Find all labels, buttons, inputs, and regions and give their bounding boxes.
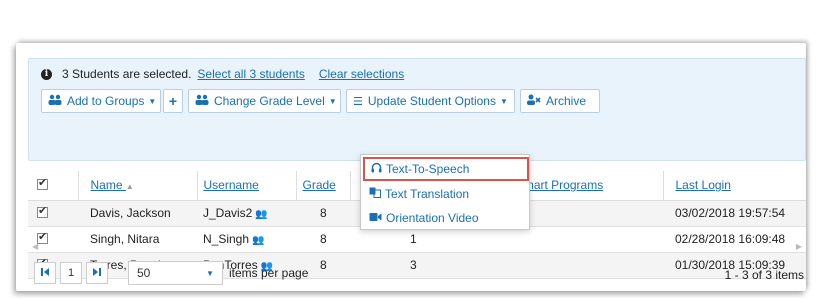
- change-grade-level-button[interactable]: Change Grade Level ▼: [188, 89, 341, 113]
- menu-item-label: Text Translation: [385, 187, 470, 201]
- selection-toolbar: i 3 Students are selected. Select all 3 …: [28, 58, 806, 161]
- headphones-icon: [371, 162, 382, 176]
- menu-item-label: Text-To-Speech: [386, 162, 470, 176]
- first-page-button[interactable]: [34, 262, 56, 284]
- add-button[interactable]: +: [163, 89, 183, 113]
- menu-item-label: Orientation Video: [386, 211, 479, 225]
- menu-item-text-translation[interactable]: Text Translation: [363, 182, 529, 206]
- page-number: 1: [67, 267, 75, 279]
- sliders-icon: ☰: [353, 95, 363, 108]
- selection-message: 3 Students are selected.: [62, 67, 192, 81]
- update-student-options-label: Update Student Options: [367, 94, 496, 108]
- info-icon: i: [41, 68, 52, 80]
- add-label: +: [168, 93, 178, 109]
- student-name: Davis, Jackson: [78, 200, 197, 227]
- student-last-login: 03/02/2018 19:57:54: [663, 200, 806, 227]
- horizontal-scrollbar[interactable]: ◀ ▶: [28, 242, 806, 254]
- selection-line: i 3 Students are selected. Select all 3 …: [41, 67, 404, 81]
- chevron-down-icon: ▼: [206, 268, 214, 278]
- items-per-page-label: items per page: [229, 266, 309, 280]
- chevron-down-icon: ▼: [499, 96, 508, 106]
- last-page-icon: [92, 267, 102, 280]
- archive-label: Archive: [546, 94, 587, 108]
- last-page-button[interactable]: [86, 262, 108, 284]
- sort-asc-icon: ▲: [125, 182, 134, 192]
- column-grade[interactable]: Grade: [295, 171, 350, 201]
- item-count: 1 - 3 of 3 items: [724, 268, 804, 282]
- student-username: J_Davis2 👥: [197, 200, 296, 227]
- student-grade: 8: [296, 200, 350, 227]
- row-checkbox[interactable]: [37, 204, 48, 218]
- select-all-link[interactable]: Select all 3 students: [197, 67, 304, 81]
- video-icon: [369, 212, 382, 225]
- translate-icon: [369, 187, 381, 201]
- page-number-button[interactable]: 1: [60, 262, 82, 284]
- column-last-login[interactable]: Last Login: [662, 171, 806, 201]
- select-all-checkbox[interactable]: [37, 176, 48, 191]
- change-grade-level-label: Change Grade Level: [214, 94, 325, 108]
- users-icon: [195, 94, 209, 108]
- per-page-value: 50: [137, 266, 151, 280]
- chevron-down-icon: ▼: [328, 96, 337, 106]
- add-to-groups-label: Add to Groups: [67, 94, 145, 108]
- update-student-options-button[interactable]: ☰ Update Student Options ▼: [346, 89, 515, 113]
- add-to-groups-button[interactable]: Add to Groups ▼: [41, 89, 161, 113]
- student-options-dropdown: Text-To-Speech Text Translation Orientat…: [360, 154, 530, 230]
- column-username[interactable]: Username: [196, 171, 296, 201]
- menu-item-text-to-speech[interactable]: Text-To-Speech: [363, 157, 529, 181]
- scroll-left-icon[interactable]: ◀: [32, 242, 38, 251]
- menu-item-orientation-video[interactable]: Orientation Video: [363, 206, 529, 230]
- row-checkbox-cell[interactable]: [28, 200, 78, 227]
- first-page-icon: [40, 267, 50, 280]
- user-remove-icon: [527, 94, 541, 108]
- student-programs: 3: [350, 252, 663, 279]
- archive-button[interactable]: Archive: [520, 89, 600, 113]
- pager: 1 50 ▼ items per page: [34, 261, 308, 285]
- group-icon: 👥: [255, 209, 268, 220]
- select-all-checkbox-cell[interactable]: [28, 171, 78, 201]
- column-name-label: Name: [90, 178, 123, 193]
- username-text: J_Davis2: [203, 206, 253, 220]
- scroll-right-icon[interactable]: ▶: [796, 242, 802, 251]
- items-per-page-select[interactable]: 50 ▼: [128, 261, 223, 285]
- column-name[interactable]: Name ▲: [77, 171, 197, 201]
- clear-selections-link[interactable]: Clear selections: [319, 67, 404, 81]
- users-icon: [48, 94, 62, 108]
- students-panel: i 3 Students are selected. Select all 3 …: [16, 43, 806, 291]
- chevron-down-icon: ▼: [148, 96, 157, 106]
